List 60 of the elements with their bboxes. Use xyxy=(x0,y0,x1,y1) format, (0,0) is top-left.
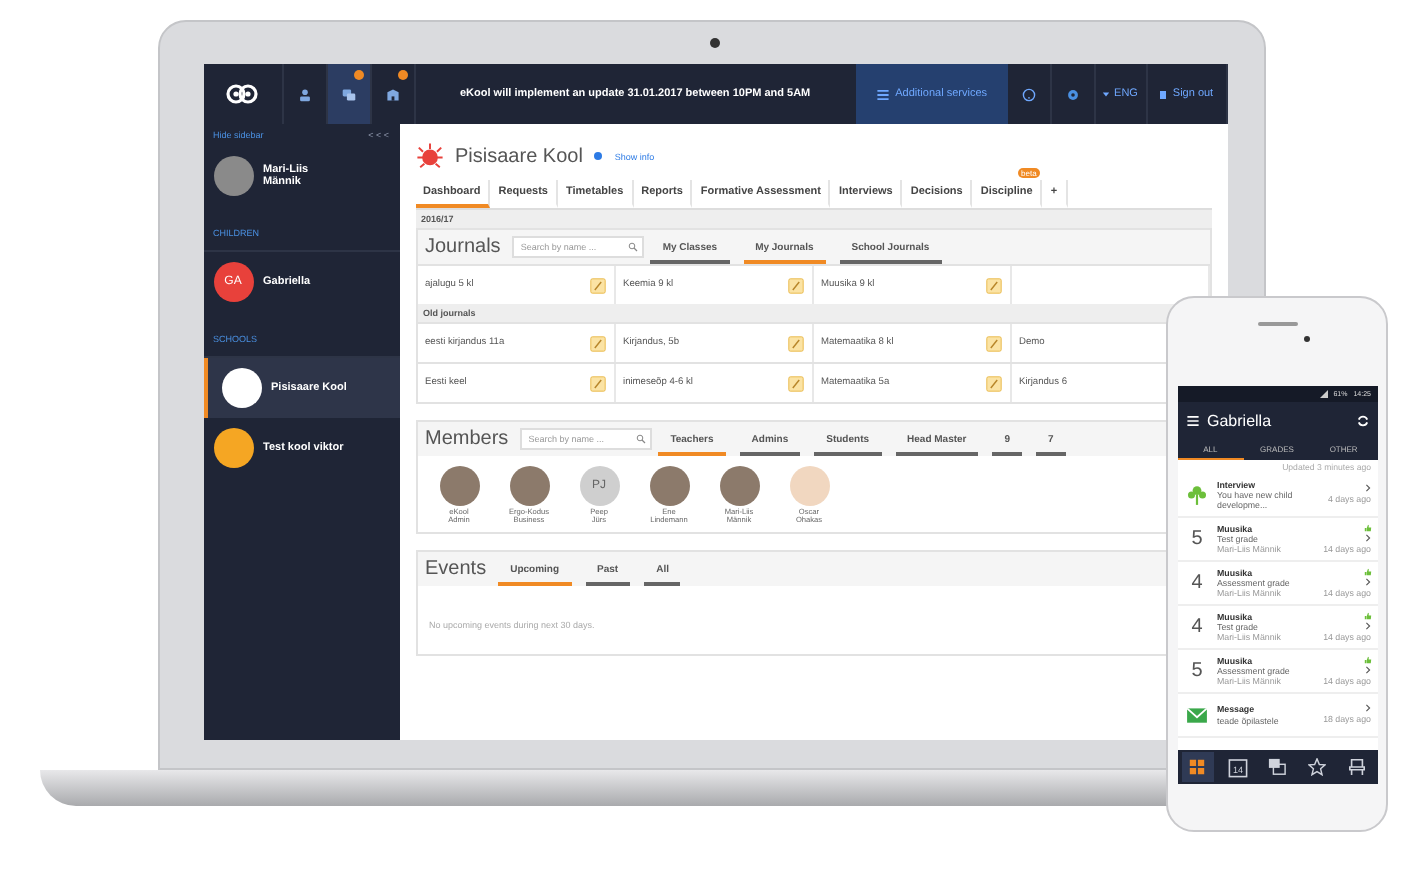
chevron-right-icon xyxy=(1363,621,1371,630)
settings-icon[interactable] xyxy=(1065,87,1079,101)
chat-icon xyxy=(1268,758,1286,776)
refresh-icon[interactable] xyxy=(1355,414,1369,428)
services-icon xyxy=(875,87,890,101)
chevron-right-icon xyxy=(1363,484,1371,493)
info-dot-icon xyxy=(594,152,603,160)
edit-icon xyxy=(787,277,803,293)
envelope-icon xyxy=(1186,704,1208,726)
photo-placeholder xyxy=(509,466,549,506)
grade-number: 4 xyxy=(1191,616,1203,638)
panel-title: Members xyxy=(425,428,509,454)
photo-placeholder xyxy=(649,466,689,506)
edit-icon xyxy=(985,277,1001,293)
chair-icon xyxy=(1348,758,1366,776)
camera-dot xyxy=(1304,336,1310,342)
star-icon xyxy=(1308,758,1326,776)
edit-icon xyxy=(589,277,605,293)
edit-icon xyxy=(787,335,803,351)
photo-placeholder xyxy=(213,156,253,196)
building-icon xyxy=(385,87,399,101)
school-logo xyxy=(221,368,261,408)
camera-dot xyxy=(710,38,720,48)
chevron-right-icon xyxy=(1363,533,1371,542)
menu-icon[interactable] xyxy=(1185,414,1199,428)
thumbs-up-icon xyxy=(1363,523,1371,532)
grade-number: 5 xyxy=(1191,660,1203,682)
notification-badge xyxy=(397,70,407,80)
caret-icon xyxy=(1102,90,1111,98)
panel-title: Events xyxy=(425,558,487,585)
chat-icon xyxy=(341,87,355,101)
edit-icon xyxy=(589,335,605,351)
panel-title: Journals xyxy=(425,236,501,262)
thumbs-up-icon xyxy=(1363,567,1371,576)
person-icon xyxy=(297,87,311,101)
thumbs-up-icon xyxy=(1363,611,1371,620)
tree-icon xyxy=(1186,484,1208,506)
grade-number: 4 xyxy=(1191,572,1203,594)
app-title: Gabriella xyxy=(1207,412,1274,430)
avatar-placeholder xyxy=(789,466,829,506)
nav-button[interactable] xyxy=(1181,752,1213,782)
edit-icon xyxy=(589,375,605,391)
thumbs-up-icon xyxy=(1363,655,1371,664)
top-icon-button[interactable] xyxy=(327,64,371,124)
grade-number: 5 xyxy=(1191,528,1203,550)
chevron-right-icon xyxy=(1363,704,1371,713)
edit-icon xyxy=(787,375,803,391)
notification-badge xyxy=(353,70,363,80)
signal-icon xyxy=(1319,390,1328,398)
edit-icon xyxy=(985,375,1001,391)
photo-placeholder xyxy=(719,466,759,506)
help-icon[interactable] xyxy=(1021,87,1035,101)
chevron-right-icon xyxy=(1363,577,1371,586)
school-logo xyxy=(213,428,253,468)
school-name: Pisisaare Kool xyxy=(455,145,583,167)
photo-placeholder xyxy=(439,466,479,506)
chevron-right-icon xyxy=(1363,665,1371,674)
grid-icon xyxy=(1188,758,1206,776)
bug-icon xyxy=(415,142,443,170)
edit-icon xyxy=(985,335,1001,351)
